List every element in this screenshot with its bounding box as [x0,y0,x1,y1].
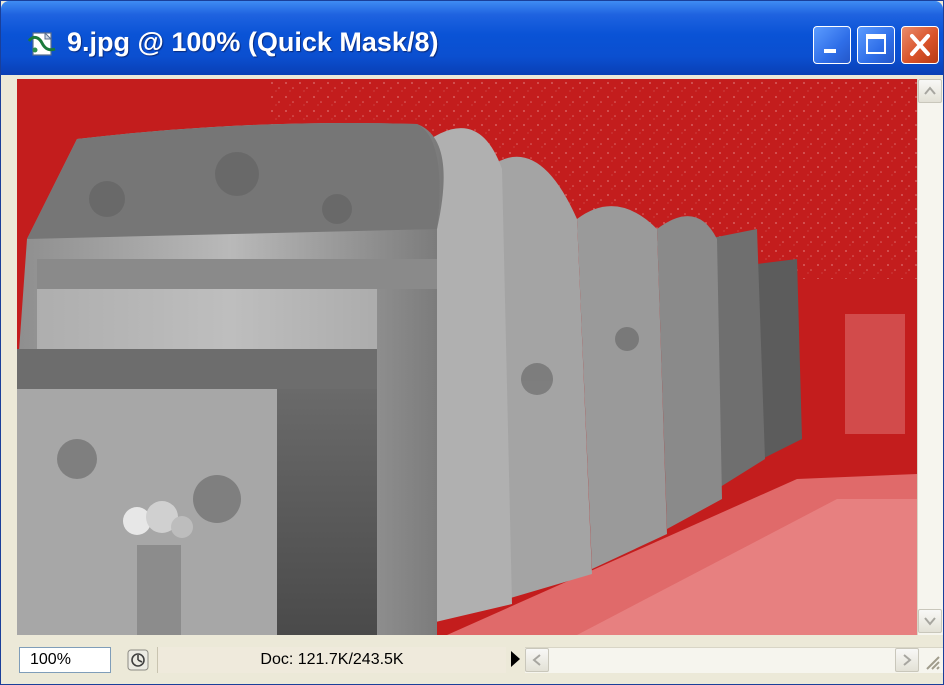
status-info-icon[interactable] [127,649,149,671]
resize-grip-icon[interactable] [919,649,941,673]
title-bar[interactable]: 9.jpg @ 100% (Quick Mask/8) [1,1,943,75]
scroll-right-button[interactable] [895,648,919,672]
minimize-icon [824,49,836,53]
image-canvas[interactable] [17,79,917,635]
scroll-up-button[interactable] [918,79,942,103]
chevron-right-icon [903,654,912,666]
vertical-scrollbar[interactable] [917,79,943,635]
quick-mask-image [17,79,917,635]
maximize-button[interactable] [857,26,895,64]
chevron-up-icon [924,86,936,95]
scroll-down-button[interactable] [918,609,942,633]
document-size-info: Doc: 121.7K/243.5K [157,647,506,673]
chevron-left-icon [532,654,541,666]
maximize-icon [866,34,886,54]
minimize-button[interactable] [813,26,851,64]
photoshop-document-icon [27,31,56,56]
close-icon [910,34,930,56]
scroll-left-button[interactable] [525,648,549,672]
chevron-down-icon [924,617,936,626]
window-title: 9.jpg @ 100% (Quick Mask/8) [67,27,439,57]
zoom-level-field[interactable]: 100% [19,647,111,673]
status-bar: 100% Doc: 121.7K/243.5K [17,643,943,677]
close-button[interactable] [901,26,939,64]
play-arrow-icon[interactable] [511,651,520,667]
document-window: 9.jpg @ 100% (Quick Mask/8) 100% Doc: 12… [0,0,944,685]
horizontal-scrollbar[interactable] [525,647,943,673]
